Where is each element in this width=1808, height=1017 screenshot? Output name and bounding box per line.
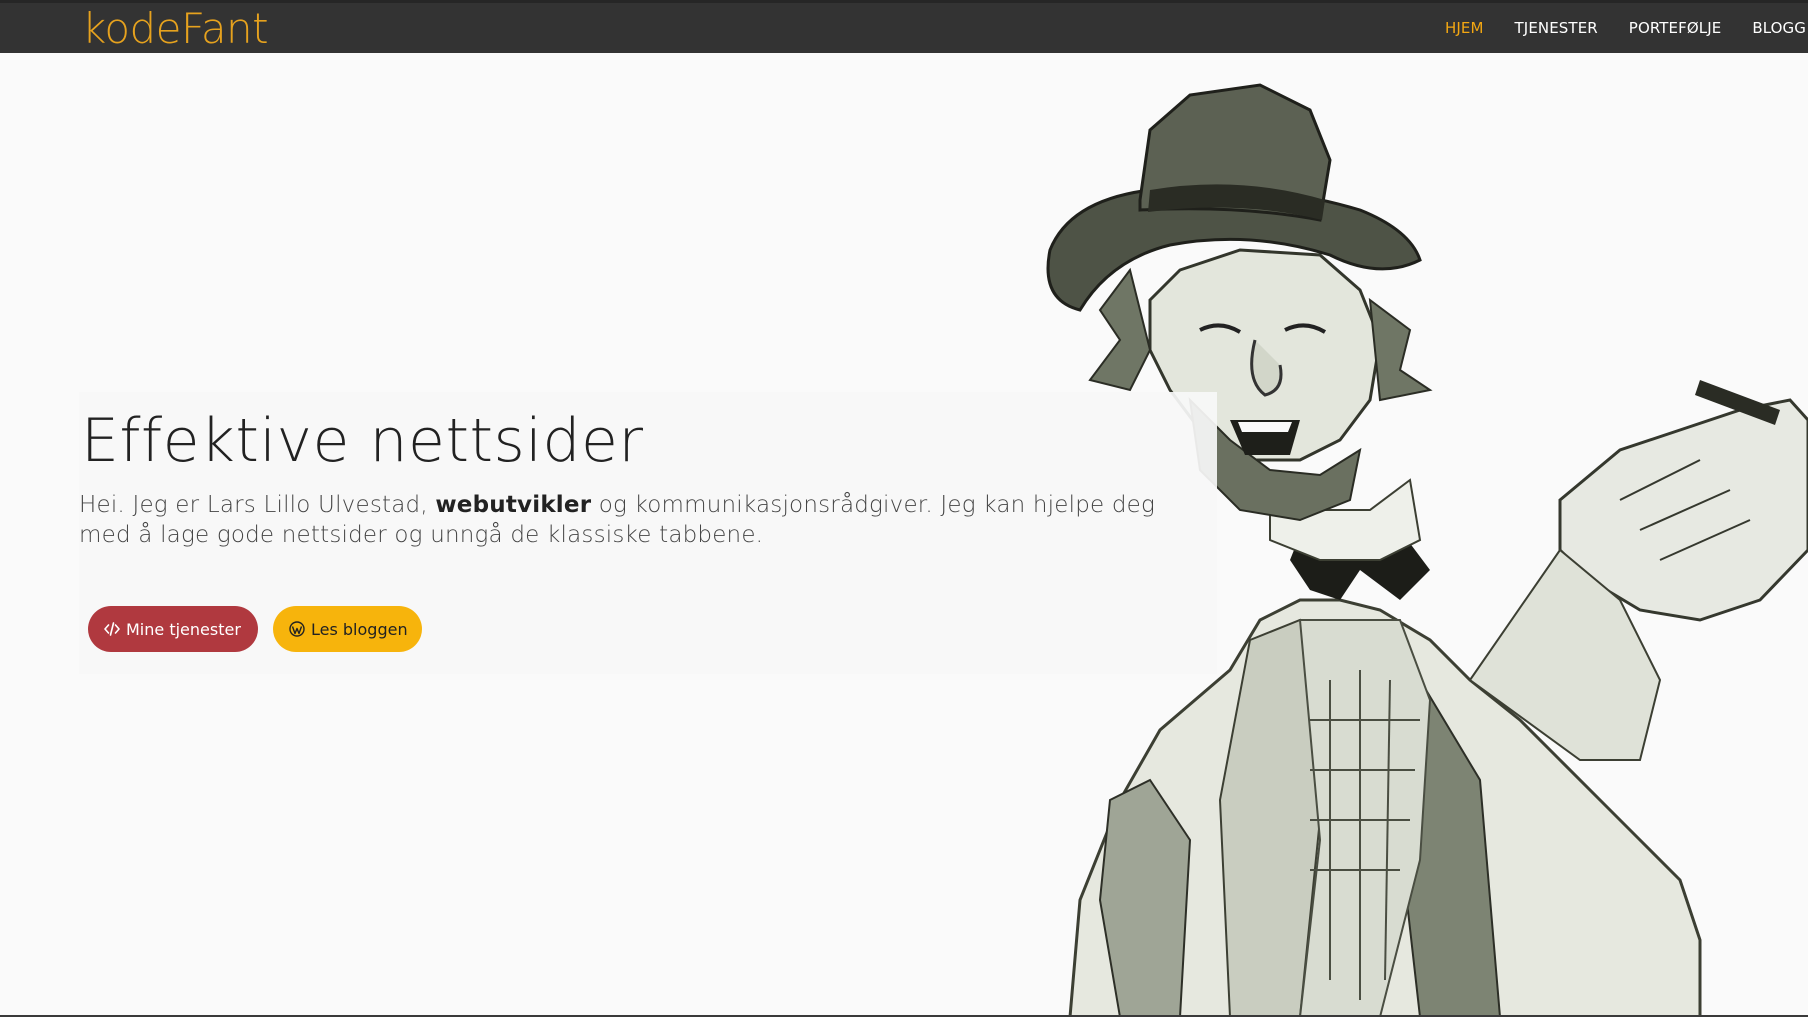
nav-item-portefolje[interactable]: PORTEFØLJE xyxy=(1629,19,1722,37)
nav-item-blogg[interactable]: BLOGG xyxy=(1752,19,1806,37)
hero-intro-start: Hei. Jeg er Lars Lillo Ulvestad, xyxy=(79,492,436,518)
hero-title: Effektive nettsider xyxy=(81,406,644,476)
main-nav: HJEM TJENESTER PORTEFØLJE BLOGG xyxy=(1414,3,1808,53)
blog-button[interactable]: Les bloggen xyxy=(273,606,422,652)
hero-section: Effektive nettsider Hei. Jeg er Lars Lil… xyxy=(79,392,1217,674)
services-button-label: Mine tjenester xyxy=(126,619,241,639)
nav-item-tjenester[interactable]: TJENESTER xyxy=(1515,19,1598,37)
blog-button-label: Les bloggen xyxy=(311,619,408,639)
nav-item-hjem[interactable]: HJEM xyxy=(1445,19,1484,37)
page: kodeFant HJEM TJENESTER PORTEFØLJE BLOGG… xyxy=(0,0,1808,1017)
hero-intro-emphasis: webutvikler xyxy=(435,492,592,518)
wordpress-icon xyxy=(289,621,305,637)
hero-intro: Hei. Jeg er Lars Lillo Ulvestad, webutvi… xyxy=(79,490,1179,550)
services-button[interactable]: Mine tjenester xyxy=(88,606,258,652)
top-navbar: kodeFant HJEM TJENESTER PORTEFØLJE BLOGG xyxy=(0,0,1808,53)
brand-logo[interactable]: kodeFant xyxy=(82,5,269,53)
code-icon xyxy=(104,622,120,636)
